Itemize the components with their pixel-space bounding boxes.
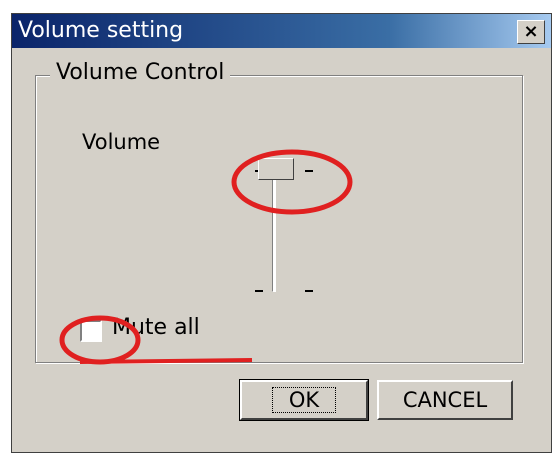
group-label: Volume Control (50, 60, 231, 85)
volume-slider-thumb[interactable] (258, 158, 294, 180)
volume-label: Volume (82, 130, 161, 154)
title-bar[interactable]: Volume setting × (12, 14, 551, 48)
close-button[interactable]: × (517, 20, 545, 44)
ok-button[interactable]: OK (239, 379, 369, 421)
cancel-button[interactable]: CANCEL (377, 380, 513, 420)
volume-control-group (35, 75, 523, 363)
cancel-button-label: CANCEL (402, 388, 488, 412)
ok-button-label: OK (271, 387, 337, 413)
slider-tick-bottom-left (255, 290, 263, 292)
mute-all-label[interactable]: Mute all (112, 315, 200, 340)
close-icon: × (523, 21, 539, 42)
slider-tick-top-right (305, 170, 313, 172)
slider-tick-bottom-right (305, 290, 313, 292)
window-title: Volume setting (18, 18, 184, 43)
mute-all-checkbox[interactable] (80, 320, 102, 342)
